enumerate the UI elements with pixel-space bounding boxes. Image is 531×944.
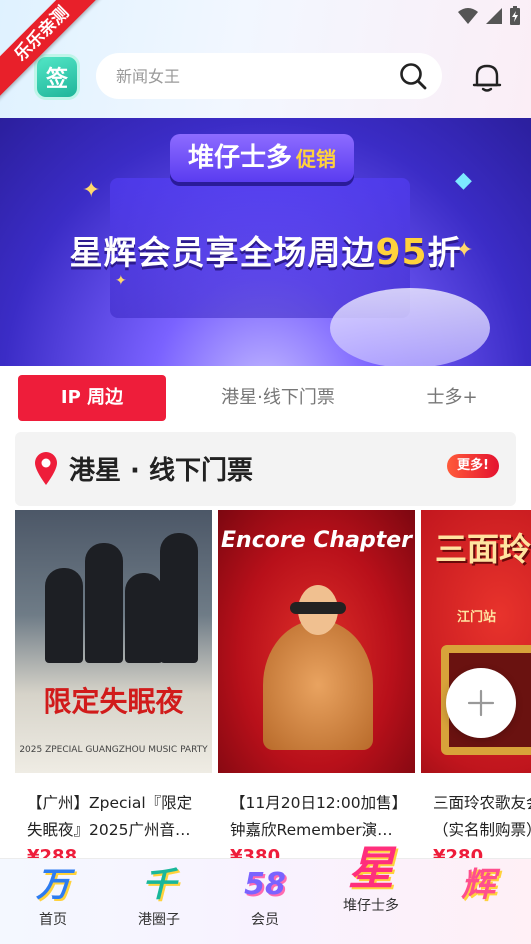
- tab-store-plus[interactable]: 士多+: [410, 375, 494, 421]
- poster-title: Encore Chapter: [221, 528, 412, 553]
- nav-store[interactable]: 星 堆仔士多: [318, 845, 424, 944]
- nav-circle-icon: 千: [142, 865, 176, 905]
- more-button[interactable]: 更多!: [447, 454, 499, 478]
- plus-icon: [467, 689, 495, 717]
- battery-icon: [510, 6, 520, 25]
- status-bar: [457, 6, 521, 26]
- banner-plate-illustration: [330, 288, 490, 366]
- banner-brand: 堆仔士多 促销: [170, 134, 355, 182]
- poster-title: 三面玲农: [435, 530, 531, 568]
- search-bar[interactable]: [96, 53, 442, 99]
- promo-banner[interactable]: ✦ ◆ ✦ ✦ 堆仔士多 促销 星辉会员享全场周边95折: [0, 118, 531, 366]
- wifi-icon: [458, 8, 478, 24]
- product-poster: Encore Chapter: [218, 510, 415, 773]
- nav-home-label: 首页: [39, 912, 67, 928]
- location-pin-icon: [35, 452, 57, 485]
- product-name: 【广州】Zpecial『限定失眠夜』2025广州音乐派对: [27, 794, 193, 839]
- banner-title-prefix: 星辉会员享全场周边: [69, 233, 376, 272]
- product-card[interactable]: Encore Chapter 【11月20日12:00加售】钟嘉欣Remembe…: [218, 510, 415, 860]
- product-name: 【11月20日12:00加售】钟嘉欣Remember演唱会: [230, 794, 400, 839]
- nav-circle[interactable]: 千 港圈子: [106, 859, 212, 944]
- nav-member-icon: 58: [244, 867, 286, 902]
- poster-figure: [85, 543, 123, 663]
- sparkle-icon: ✦: [82, 178, 101, 203]
- banner-brand-text: 堆仔士多: [188, 143, 293, 173]
- sparkle-icon: ◆: [455, 168, 472, 193]
- signal-icon: [486, 8, 502, 24]
- category-tabs: IP 周边 港星·线下门票 士多+: [0, 366, 531, 430]
- nav-star-icon: 辉: [461, 865, 495, 905]
- poster-figure: [45, 568, 83, 663]
- top-header: 签: [0, 0, 531, 118]
- banner-title: 星辉会员享全场周边95折: [0, 226, 531, 274]
- nav-home[interactable]: 万 首页: [0, 859, 106, 944]
- nav-store-icon: 星: [348, 841, 394, 895]
- search-input[interactable]: [116, 66, 398, 86]
- nav-store-label: 堆仔士多: [343, 898, 399, 914]
- add-button[interactable]: [446, 668, 516, 738]
- tab-ip-merch[interactable]: IP 周边: [18, 375, 166, 421]
- sign-in-button[interactable]: 签: [34, 54, 80, 100]
- product-poster: 限定失眠夜 2025 ZPECIAL GUANGZHOU MUSIC PARTY: [15, 510, 212, 773]
- poster-figure: [263, 620, 373, 750]
- sparkle-icon: ✦: [115, 273, 127, 289]
- nav-circle-label: 港圈子: [138, 912, 180, 928]
- banner-promo-tag: 促销: [296, 147, 337, 171]
- nav-home-icon: 万: [36, 865, 70, 905]
- sign-in-glyph: 签: [45, 67, 68, 92]
- product-name: 三面玲农歌友会江门站（实名制购票）: [433, 794, 531, 839]
- poster-subtitle: 2025 ZPECIAL GUANGZHOU MUSIC PARTY: [19, 745, 208, 755]
- bottom-nav: 万 首页 千 港圈子 58 会员 星 堆仔士多 辉: [0, 845, 531, 944]
- poster-title: 限定失眠夜: [43, 685, 184, 718]
- search-icon[interactable]: [398, 61, 428, 91]
- bell-icon[interactable]: [470, 60, 504, 94]
- banner-title-suffix: 折: [427, 233, 462, 272]
- product-card[interactable]: 限定失眠夜 2025 ZPECIAL GUANGZHOU MUSIC PARTY…: [15, 510, 212, 860]
- section-title: 港星 · 线下门票: [69, 456, 253, 486]
- tab-hk-star-tickets[interactable]: 港星·线下门票: [196, 375, 360, 421]
- nav-star[interactable]: 辉: [425, 859, 531, 944]
- nav-member-label: 会员: [251, 912, 279, 928]
- nav-member[interactable]: 58 会员: [212, 859, 318, 944]
- poster-figure: [160, 533, 198, 663]
- poster-figure: [290, 602, 346, 614]
- banner-title-number: 95: [375, 232, 428, 273]
- section-header: 港星 · 线下门票 更多!: [15, 432, 516, 506]
- poster-subtitle: 江门站: [457, 610, 497, 625]
- poster-figure: [125, 573, 163, 663]
